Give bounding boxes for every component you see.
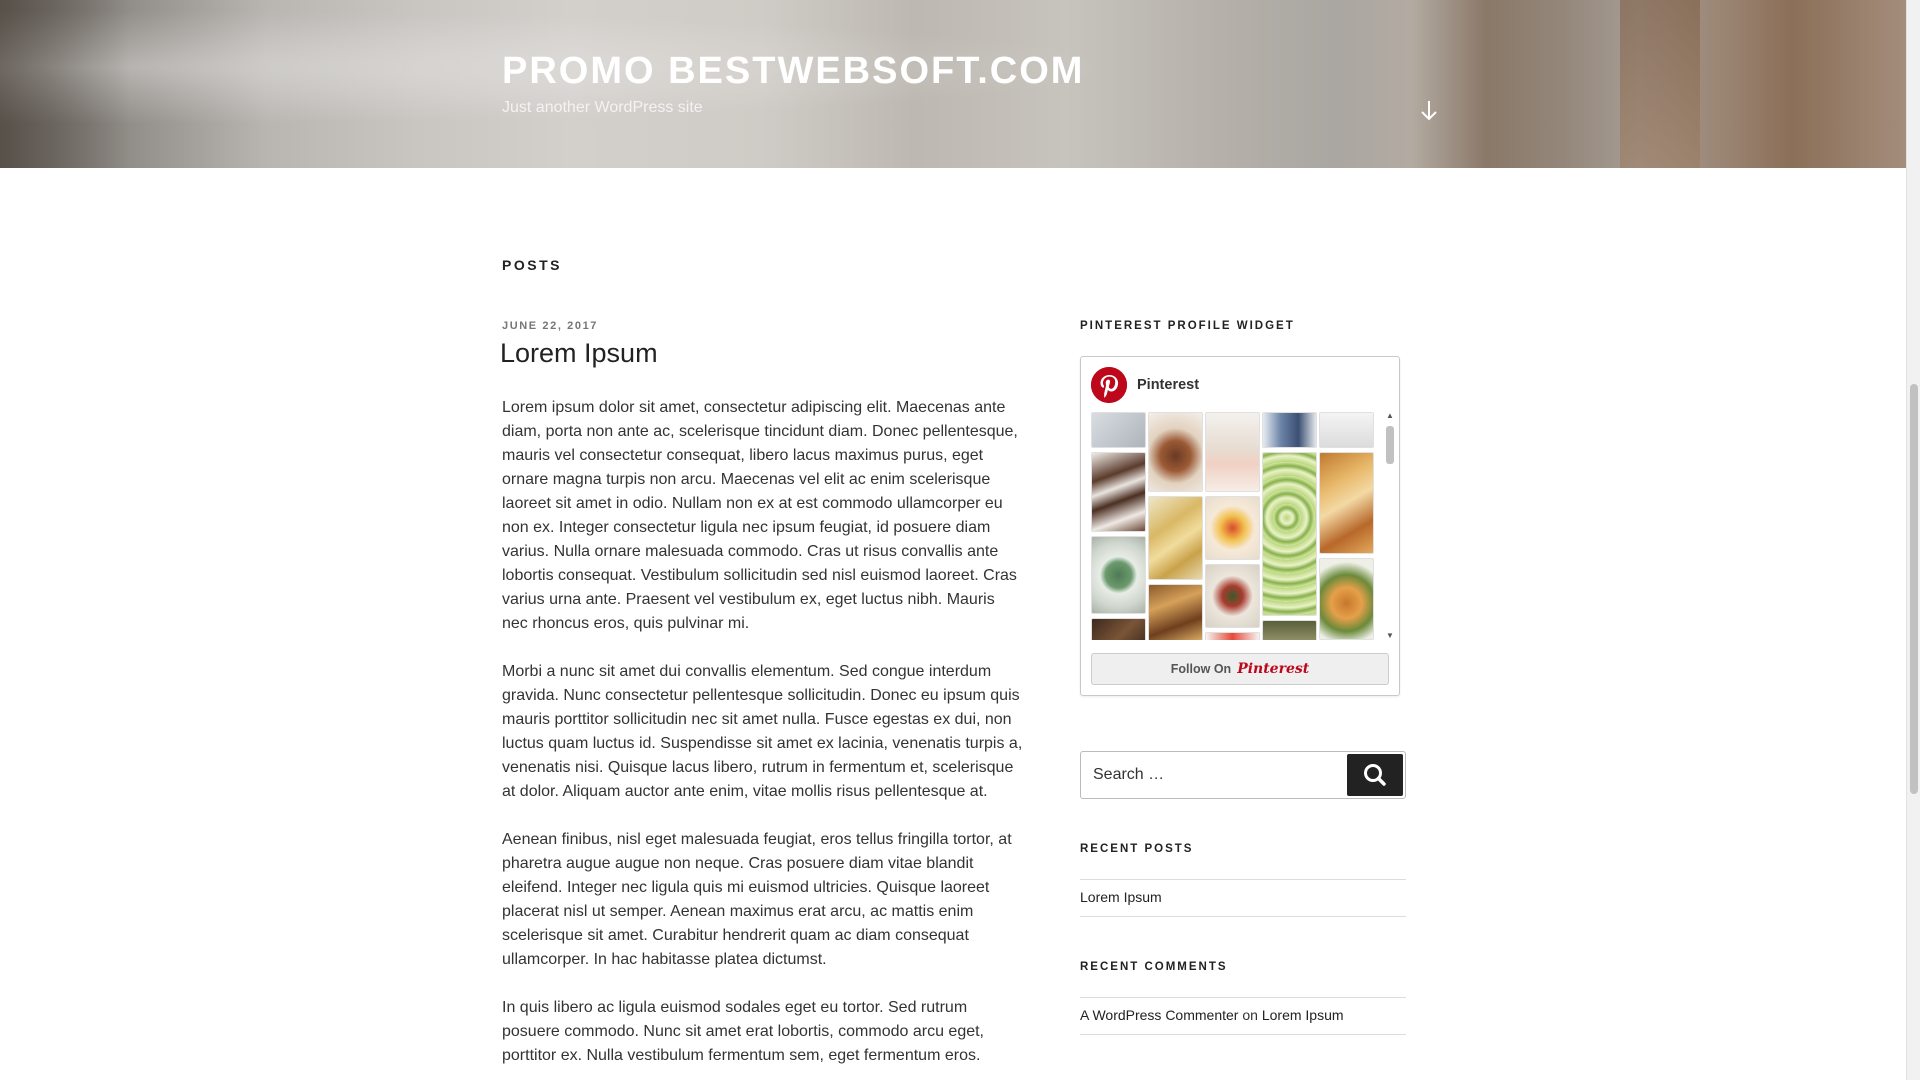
- pinterest-profile-name[interactable]: Pinterest: [1137, 377, 1199, 393]
- pin-image[interactable]: [1148, 496, 1203, 580]
- pin-image[interactable]: [1091, 618, 1146, 640]
- arrow-down-icon[interactable]: [1418, 98, 1440, 124]
- pin-image[interactable]: [1205, 632, 1260, 640]
- site-header: PROMO BESTWEBSOFT.COM Just another WordP…: [0, 0, 1906, 168]
- pinterest-widget-title: PINTEREST PROFILE WIDGET: [1080, 320, 1295, 332]
- pin-image[interactable]: [1262, 412, 1317, 448]
- pin-image[interactable]: [1205, 412, 1260, 492]
- pin-grid-scrollbar[interactable]: ▲ ▼: [1385, 412, 1395, 640]
- pin-image[interactable]: [1319, 558, 1374, 640]
- pin-image[interactable]: [1319, 452, 1374, 554]
- pin-image[interactable]: [1205, 564, 1260, 628]
- pin-grid-scrollbar-thumb[interactable]: [1386, 426, 1394, 464]
- comment-connector: on: [1242, 1007, 1258, 1023]
- page-title: POSTS: [502, 257, 562, 273]
- pinterest-profile-widget: Pinterest ▲ ▼ Follow On Pinterest: [1080, 356, 1400, 696]
- comment-post-link[interactable]: Lorem Ipsum: [1262, 1007, 1344, 1023]
- comment-author-link[interactable]: A WordPress Commenter: [1080, 1007, 1238, 1023]
- pin-image[interactable]: [1091, 412, 1146, 448]
- post-paragraph: Lorem ipsum dolor sit amet, consectetur …: [502, 399, 1018, 632]
- pin-image[interactable]: [1262, 620, 1317, 640]
- site-tagline: Just another WordPress site: [502, 99, 703, 116]
- follow-on-pinterest-button[interactable]: Follow On Pinterest: [1091, 653, 1389, 685]
- recent-comments-title: RECENT COMMENTS: [1080, 961, 1228, 973]
- page-scrollbar-thumb[interactable]: [1910, 384, 1918, 794]
- post-date[interactable]: JUNE 22, 2017: [502, 320, 598, 332]
- recent-posts-title: RECENT POSTS: [1080, 843, 1194, 855]
- pin-image[interactable]: [1205, 496, 1260, 560]
- site-title[interactable]: PROMO BESTWEBSOFT.COM: [502, 50, 1084, 93]
- search-icon: [1364, 764, 1386, 786]
- post-paragraph: In quis libero ac ligula euismod sodales…: [502, 999, 984, 1064]
- pin-image[interactable]: [1148, 412, 1203, 492]
- pin-image[interactable]: [1091, 536, 1146, 614]
- page-scrollbar[interactable]: [1906, 0, 1920, 1080]
- recent-comment-item: A WordPress Commenter on Lorem Ipsum: [1080, 1007, 1344, 1023]
- search-button[interactable]: [1347, 754, 1403, 796]
- follow-label: Follow On: [1170, 662, 1232, 676]
- post-paragraph: Aenean finibus, nisl eget malesuada feug…: [502, 831, 1012, 968]
- pin-image[interactable]: [1091, 452, 1146, 532]
- scroll-down-icon[interactable]: ▼: [1386, 632, 1394, 640]
- divider: [1080, 997, 1406, 998]
- post-title[interactable]: Lorem Ipsum: [500, 338, 658, 369]
- pin-image[interactable]: [1262, 452, 1317, 616]
- divider: [1080, 916, 1406, 917]
- divider: [1080, 1034, 1406, 1035]
- post-body: Lorem ipsum dolor sit amet, consectetur …: [502, 396, 1024, 1080]
- pinterest-logo-icon[interactable]: [1091, 367, 1127, 403]
- search-input[interactable]: [1081, 752, 1351, 798]
- post-paragraph: Morbi a nunc sit amet dui convallis elem…: [502, 663, 1023, 800]
- divider: [1080, 879, 1406, 880]
- pin-image[interactable]: [1148, 584, 1203, 640]
- recent-post-link[interactable]: Lorem Ipsum: [1080, 889, 1162, 905]
- pinterest-wordmark: Pinterest: [1237, 661, 1310, 677]
- pin-grid[interactable]: [1091, 412, 1381, 640]
- pin-image[interactable]: [1319, 412, 1374, 448]
- search-form: [1080, 751, 1406, 799]
- scroll-up-icon[interactable]: ▲: [1386, 412, 1394, 420]
